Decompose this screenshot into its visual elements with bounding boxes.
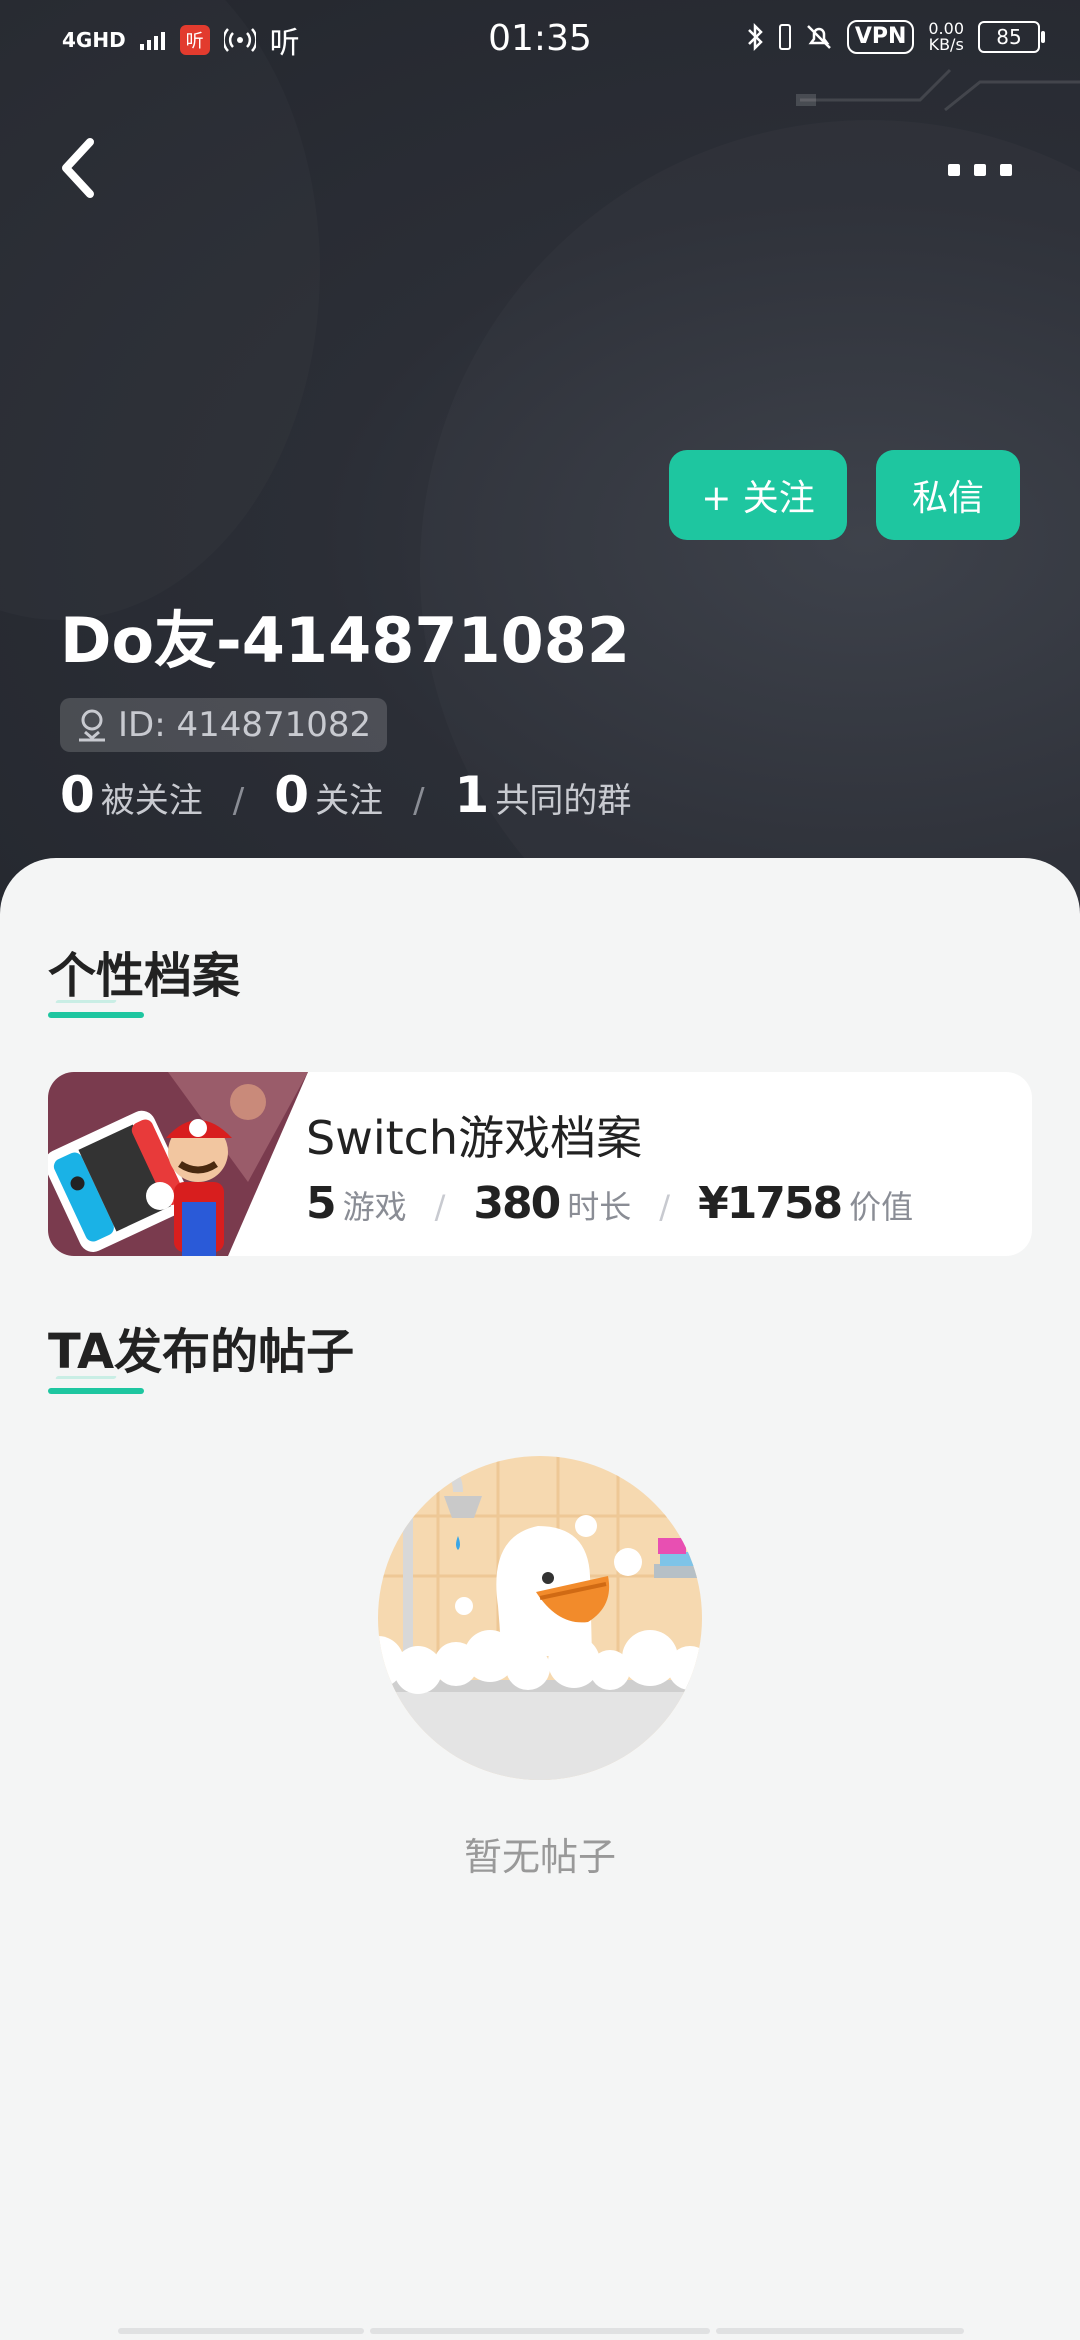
vibrate-icon <box>778 24 791 50</box>
library-value: ¥1758 <box>698 1178 843 1229</box>
posts-section-title: TA发布的帖子 <box>48 1324 355 1380</box>
bluetooth-icon <box>747 22 763 52</box>
vpn-indicator: VPN <box>846 20 915 54</box>
card-stats-separator: / <box>659 1188 671 1226</box>
games-label: 游戏 <box>342 1188 407 1226</box>
followers-count[interactable]: 0 <box>60 766 95 824</box>
followers-label[interactable]: 被关注 <box>101 773 203 822</box>
switch-card-stats: 5 游戏 / 380 时长 / ¥1758 价值 <box>306 1178 913 1229</box>
stats-separator: / <box>413 781 425 821</box>
play-hours: 380 <box>473 1178 561 1229</box>
user-id-badge[interactable]: ID: 414871082 <box>60 698 388 752</box>
profile-page: 4GHD 听 听 01:35 VPN 0.00 KB/s 85 + 关注 私信 … <box>0 0 1080 2340</box>
dot-icon <box>974 164 986 176</box>
mute-bell-icon <box>806 25 831 49</box>
divider-segment <box>370 2328 710 2334</box>
empty-posts-text: 暂无帖子 <box>463 1835 616 1879</box>
follow-button[interactable]: + 关注 <box>669 450 847 540</box>
chevron-left-icon <box>62 138 94 198</box>
card-stats-separator: / <box>434 1188 446 1226</box>
library-value-label: 价值 <box>849 1188 914 1226</box>
back-button[interactable] <box>56 130 116 210</box>
dot-icon <box>948 164 960 176</box>
games-count: 5 <box>306 1178 337 1229</box>
username: Do友-414871082 <box>60 604 631 677</box>
network-speed: 0.00 KB/s <box>928 21 964 53</box>
play-hours-label: 时长 <box>567 1188 632 1226</box>
common-groups-count[interactable]: 1 <box>455 766 490 824</box>
network-speed-unit: KB/s <box>928 35 964 54</box>
divider-segment <box>716 2328 964 2334</box>
following-label[interactable]: 关注 <box>315 773 383 822</box>
profile-stats: 0 被关注 / 0 关注 / 1 共同的群 <box>60 766 631 824</box>
profile-archive-title: 个性档案 <box>48 948 241 1004</box>
switch-card-title: Switch游戏档案 <box>306 1111 643 1165</box>
status-bar: 4GHD 听 听 01:35 VPN 0.00 KB/s 85 <box>0 0 1080 84</box>
following-count[interactable]: 0 <box>274 766 309 824</box>
section-underline <box>48 1388 144 1394</box>
user-id-icon <box>79 709 105 742</box>
message-button[interactable]: 私信 <box>876 450 1020 540</box>
more-options-button[interactable] <box>948 150 1028 190</box>
bottom-divider <box>118 2328 964 2334</box>
dot-icon <box>1000 164 1012 176</box>
section-underline <box>48 1012 144 1018</box>
battery-indicator: 85 <box>978 21 1045 53</box>
divider-segment <box>118 2328 364 2334</box>
bathing-goose-illustration <box>378 1456 702 1780</box>
stats-separator: / <box>232 781 245 821</box>
user-id-text: ID: 414871082 <box>118 705 372 745</box>
empty-posts-illustration <box>378 1456 702 1780</box>
common-groups-label[interactable]: 共同的群 <box>495 773 631 822</box>
switch-game-archive-card[interactable]: Switch游戏档案 5 游戏 / 380 时长 / ¥1758 价值 <box>48 1072 1032 1256</box>
switch-card-thumbnail <box>48 1072 308 1256</box>
mario-switch-image <box>48 1072 308 1256</box>
